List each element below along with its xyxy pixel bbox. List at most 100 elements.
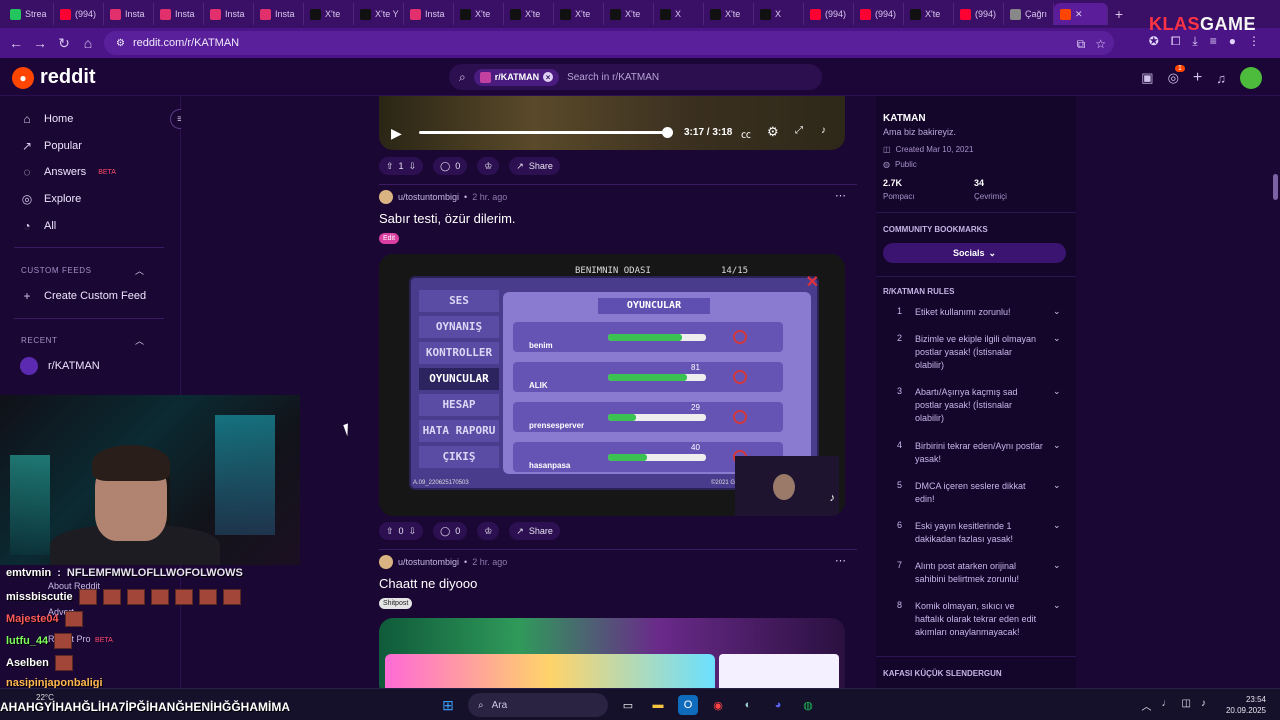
- browser-tab[interactable]: (994): [854, 3, 904, 25]
- upvote-icon[interactable]: ⇧: [386, 526, 394, 537]
- post-author[interactable]: u/tostuntombigi: [398, 192, 459, 202]
- windows-start-icon[interactable]: ⊞: [438, 695, 458, 715]
- comments-button[interactable]: ◯ 0: [433, 522, 468, 540]
- puzzle-icon[interactable]: ⧠: [1171, 34, 1181, 49]
- search-bar[interactable]: ⌕ r/KATMAN × Search in r/KATMAN: [449, 64, 822, 90]
- notifications-bell-icon[interactable]: ♫: [1216, 71, 1226, 86]
- sidebar-item-all[interactable]: ◔ All: [20, 213, 56, 239]
- comments-button[interactable]: ◯ 0: [433, 157, 468, 175]
- socials-dropdown[interactable]: Socials ⌄: [883, 243, 1066, 263]
- award-button[interactable]: ♔: [477, 522, 500, 540]
- taskbar-clock[interactable]: 23:54 20.09.2025: [1226, 694, 1266, 716]
- downvote-icon[interactable]: ⇩: [409, 526, 417, 537]
- browser-tab[interactable]: X: [754, 3, 804, 25]
- fullscreen-icon[interactable]: ⤢: [795, 125, 803, 136]
- user-avatar[interactable]: [1240, 67, 1262, 89]
- chevron-up-icon[interactable]: ︿: [135, 264, 144, 277]
- browser-tab[interactable]: Insta: [154, 3, 204, 25]
- forward-icon[interactable]: →: [28, 31, 52, 55]
- share-button[interactable]: ↗ Share: [509, 157, 560, 175]
- upvote-icon[interactable]: ⇧: [386, 161, 394, 172]
- network-icon[interactable]: ◫: [1182, 698, 1191, 713]
- microphone-icon[interactable]: ♩: [1162, 698, 1172, 713]
- video-progress-bar[interactable]: [419, 131, 669, 134]
- play-icon[interactable]: ▶: [391, 125, 402, 142]
- site-info-icon[interactable]: ⚙: [116, 38, 125, 49]
- sidebar-item-popular[interactable]: ↗ Popular: [20, 133, 82, 159]
- chrome-icon[interactable]: ◉: [708, 695, 728, 715]
- browser-tab[interactable]: Insta: [104, 3, 154, 25]
- more-icon[interactable]: ⋮: [1248, 34, 1260, 49]
- install-icon[interactable]: ⧉: [1077, 37, 1086, 52]
- back-icon[interactable]: ←: [4, 31, 28, 55]
- reddit-logo[interactable]: ● reddit: [12, 66, 96, 89]
- outlook-icon[interactable]: O: [678, 695, 698, 715]
- chat-icon[interactable]: ◎ 1: [1168, 65, 1185, 86]
- volume-icon[interactable]: ♪: [821, 125, 826, 136]
- task-view-icon[interactable]: ▭: [618, 695, 638, 715]
- browser-tab[interactable]: X'te: [554, 3, 604, 25]
- reload-icon[interactable]: ↻: [52, 31, 76, 55]
- author-avatar[interactable]: [379, 190, 393, 204]
- chip-remove-icon[interactable]: ×: [543, 72, 554, 82]
- address-bar[interactable]: ⚙ reddit.com/r/KATMAN ⧉ ☆: [104, 31, 1114, 55]
- browser-tab[interactable]: X'te: [304, 3, 354, 25]
- post-flair[interactable]: Edit: [379, 233, 400, 244]
- share-button[interactable]: ↗ Share: [509, 522, 560, 540]
- new-tab-icon[interactable]: +: [1108, 6, 1130, 22]
- post-flair[interactable]: Shitpost: [379, 598, 413, 609]
- post-media[interactable]: BENIMNIN ODASI 14/15 SES OYNANIŞ KONTROLLE…: [379, 254, 845, 516]
- browser-tab[interactable]: (994): [954, 3, 1004, 25]
- browser-tab[interactable]: X'te: [604, 3, 654, 25]
- create-custom-feed-button[interactable]: + Create Custom Feed: [20, 283, 146, 309]
- post-media[interactable]: [379, 618, 845, 688]
- browser-tab[interactable]: Insta: [254, 3, 304, 25]
- award-button[interactable]: ♔: [477, 157, 500, 175]
- author-avatar[interactable]: [379, 555, 393, 569]
- steam-icon[interactable]: ◐: [738, 695, 758, 715]
- post-overflow-icon[interactable]: ⋯: [835, 189, 846, 202]
- speaker-icon[interactable]: ♪: [1201, 698, 1206, 713]
- search-community-chip[interactable]: r/KATMAN ×: [473, 68, 560, 86]
- browser-tab[interactable]: X'te Y: [354, 3, 404, 25]
- download-icon[interactable]: ⤓: [1192, 34, 1197, 49]
- taskbar-search[interactable]: ⌕ Ara: [468, 693, 608, 717]
- recent-heading[interactable]: RECENT: [21, 336, 58, 345]
- browser-tab[interactable]: X'te: [504, 3, 554, 25]
- media-volume-icon[interactable]: ♪: [830, 492, 836, 504]
- sidebar-item-answers[interactable]: ◌ Answers BETA: [20, 159, 116, 185]
- chevron-up-icon[interactable]: ︿: [135, 334, 144, 347]
- ads-icon[interactable]: ▣: [1141, 70, 1153, 86]
- page-scrollbar[interactable]: [1270, 96, 1280, 688]
- browser-tab[interactable]: X: [654, 3, 704, 25]
- tray-chevron-icon[interactable]: ︿: [1142, 698, 1152, 713]
- video-scrub-knob[interactable]: [661, 127, 673, 138]
- video-player[interactable]: ▶ 3:17 / 3:18 ㏄ ⚙ ⤢ ♪: [379, 96, 845, 150]
- settings-gear-icon[interactable]: ⚙: [767, 124, 779, 140]
- scroll-thumb[interactable]: [1273, 174, 1278, 200]
- browser-tab[interactable]: Strea: [4, 3, 54, 25]
- sidebar-item-explore[interactable]: ◎ Explore: [20, 186, 82, 212]
- discord-icon[interactable]: ◕: [768, 695, 788, 715]
- extension-icon[interactable]: ✪: [1149, 34, 1159, 49]
- recent-item-katman[interactable]: r/KATMAN: [20, 353, 100, 379]
- menu-lines-icon[interactable]: ≡: [1210, 34, 1217, 49]
- profile-icon[interactable]: ●: [1229, 34, 1236, 49]
- browser-tab[interactable]: X'te: [704, 3, 754, 25]
- browser-tab[interactable]: (994): [54, 3, 104, 25]
- downvote-icon[interactable]: ⇩: [409, 161, 417, 172]
- post-author[interactable]: u/tostuntombigi: [398, 557, 459, 567]
- browser-tab[interactable]: (994): [804, 3, 854, 25]
- bookmark-star-icon[interactable]: ☆: [1095, 37, 1106, 52]
- home-browser-icon[interactable]: ⌂: [76, 31, 100, 55]
- captions-icon[interactable]: ㏄: [741, 126, 751, 141]
- file-explorer-icon[interactable]: ▬: [648, 695, 668, 715]
- browser-tab[interactable]: Çağrı: [1004, 3, 1054, 25]
- post-overflow-icon[interactable]: ⋯: [835, 554, 846, 567]
- post-title[interactable]: Chaatt ne diyooo: [379, 576, 477, 591]
- post-title[interactable]: Sabır testi, özür dilerim.: [379, 211, 516, 226]
- browser-tab[interactable]: Insta: [404, 3, 454, 25]
- sidebar-item-home[interactable]: ⌂ Home: [20, 106, 73, 132]
- create-post-icon[interactable]: +: [1193, 69, 1202, 87]
- browser-tab[interactable]: X'te: [904, 3, 954, 25]
